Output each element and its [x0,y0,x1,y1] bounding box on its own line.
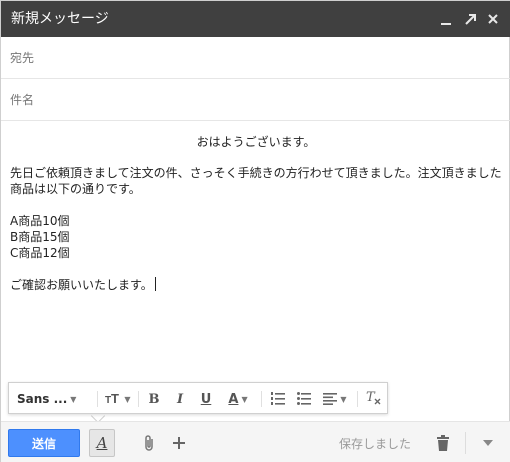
formatting-options-toggle[interactable]: A [89,429,115,457]
subject-field[interactable] [10,79,500,120]
item-list: A商品10個 B商品15個 C商品12個 [10,213,310,261]
text-color-button[interactable]: A ▼ [221,388,255,410]
numbered-list-button[interactable] [267,388,289,410]
toolbar-divider [357,391,358,407]
numbered-list-icon [271,390,285,409]
to-field[interactable] [10,37,500,78]
list-item: A商品10個 [10,214,70,228]
body-paragraph: 先日ご依頼頂きまして注文の件、さっそく手続きの方行わせて頂きました。注文頂きまし… [10,166,502,196]
message-body[interactable]: おはようございます。 先日ご依頼頂きまして注文の件、さっそく手続きの方行わせて頂… [1,122,510,377]
list-item: C商品12個 [10,246,70,260]
bold-button[interactable]: B [143,388,165,410]
trash-icon[interactable] [431,431,455,455]
remove-formatting-icon: T [365,389,381,409]
save-status-text: 保存しました [339,437,412,451]
align-icon [323,390,338,409]
bulleted-list-button[interactable] [293,388,315,410]
closing-line-wrap: ご確認お願いいたします。 [10,277,310,293]
expand-icon[interactable] [459,7,481,31]
to-field-row [1,37,510,79]
bottom-bar-divider [465,432,466,454]
minimize-icon[interactable] [435,7,457,31]
closing-line: ご確認お願いいたします。 [10,278,153,292]
chevron-down-icon: ▼ [70,394,77,404]
plus-icon[interactable] [167,431,191,455]
toolbar-divider [97,391,98,407]
italic-button[interactable]: I [169,388,191,410]
svg-text:T: T [111,391,119,405]
list-item: B商品15個 [10,230,70,244]
chevron-down-icon: ▼ [241,394,248,404]
format-toggle-label: A [96,434,108,452]
subject-field-row [1,79,510,121]
paperclip-icon[interactable] [137,431,161,455]
text-cursor [154,277,156,291]
underline-button[interactable]: U [195,388,217,410]
window-title: 新規メッセージ [11,11,109,27]
compose-window: 新規メッセージ おはようございます。 先日ご依頼頂きまして注文の件、さっそく手続… [0,0,510,462]
chevron-down-icon[interactable] [476,431,500,455]
formatting-toolbar: Sans ... ▼ TT ▼ B I U A ▼ ▼ T [8,382,388,414]
compose-bottom-bar: 送信 A 保存しました [1,421,510,462]
send-button[interactable]: 送信 [8,429,80,457]
font-family-label: Sans ... [17,392,68,406]
bulleted-list-icon [297,390,311,409]
greeting-line: おはようございます。 [196,135,316,149]
align-button[interactable]: ▼ [319,388,351,410]
chevron-down-icon: ▼ [124,394,131,404]
text-size-button[interactable]: TT ▼ [103,388,133,410]
svg-text:T: T [366,390,376,405]
remove-formatting-button[interactable]: T [362,388,384,410]
chevron-down-icon: ▼ [340,394,347,404]
title-bar[interactable]: 新規メッセージ [1,1,510,37]
text-color-label: A [228,391,239,407]
toolbar-divider [138,391,139,407]
text-size-icon: TT [105,390,121,409]
font-family-select[interactable]: Sans ... ▼ [17,388,91,410]
toolbar-divider [261,391,262,407]
close-icon[interactable] [482,7,504,31]
